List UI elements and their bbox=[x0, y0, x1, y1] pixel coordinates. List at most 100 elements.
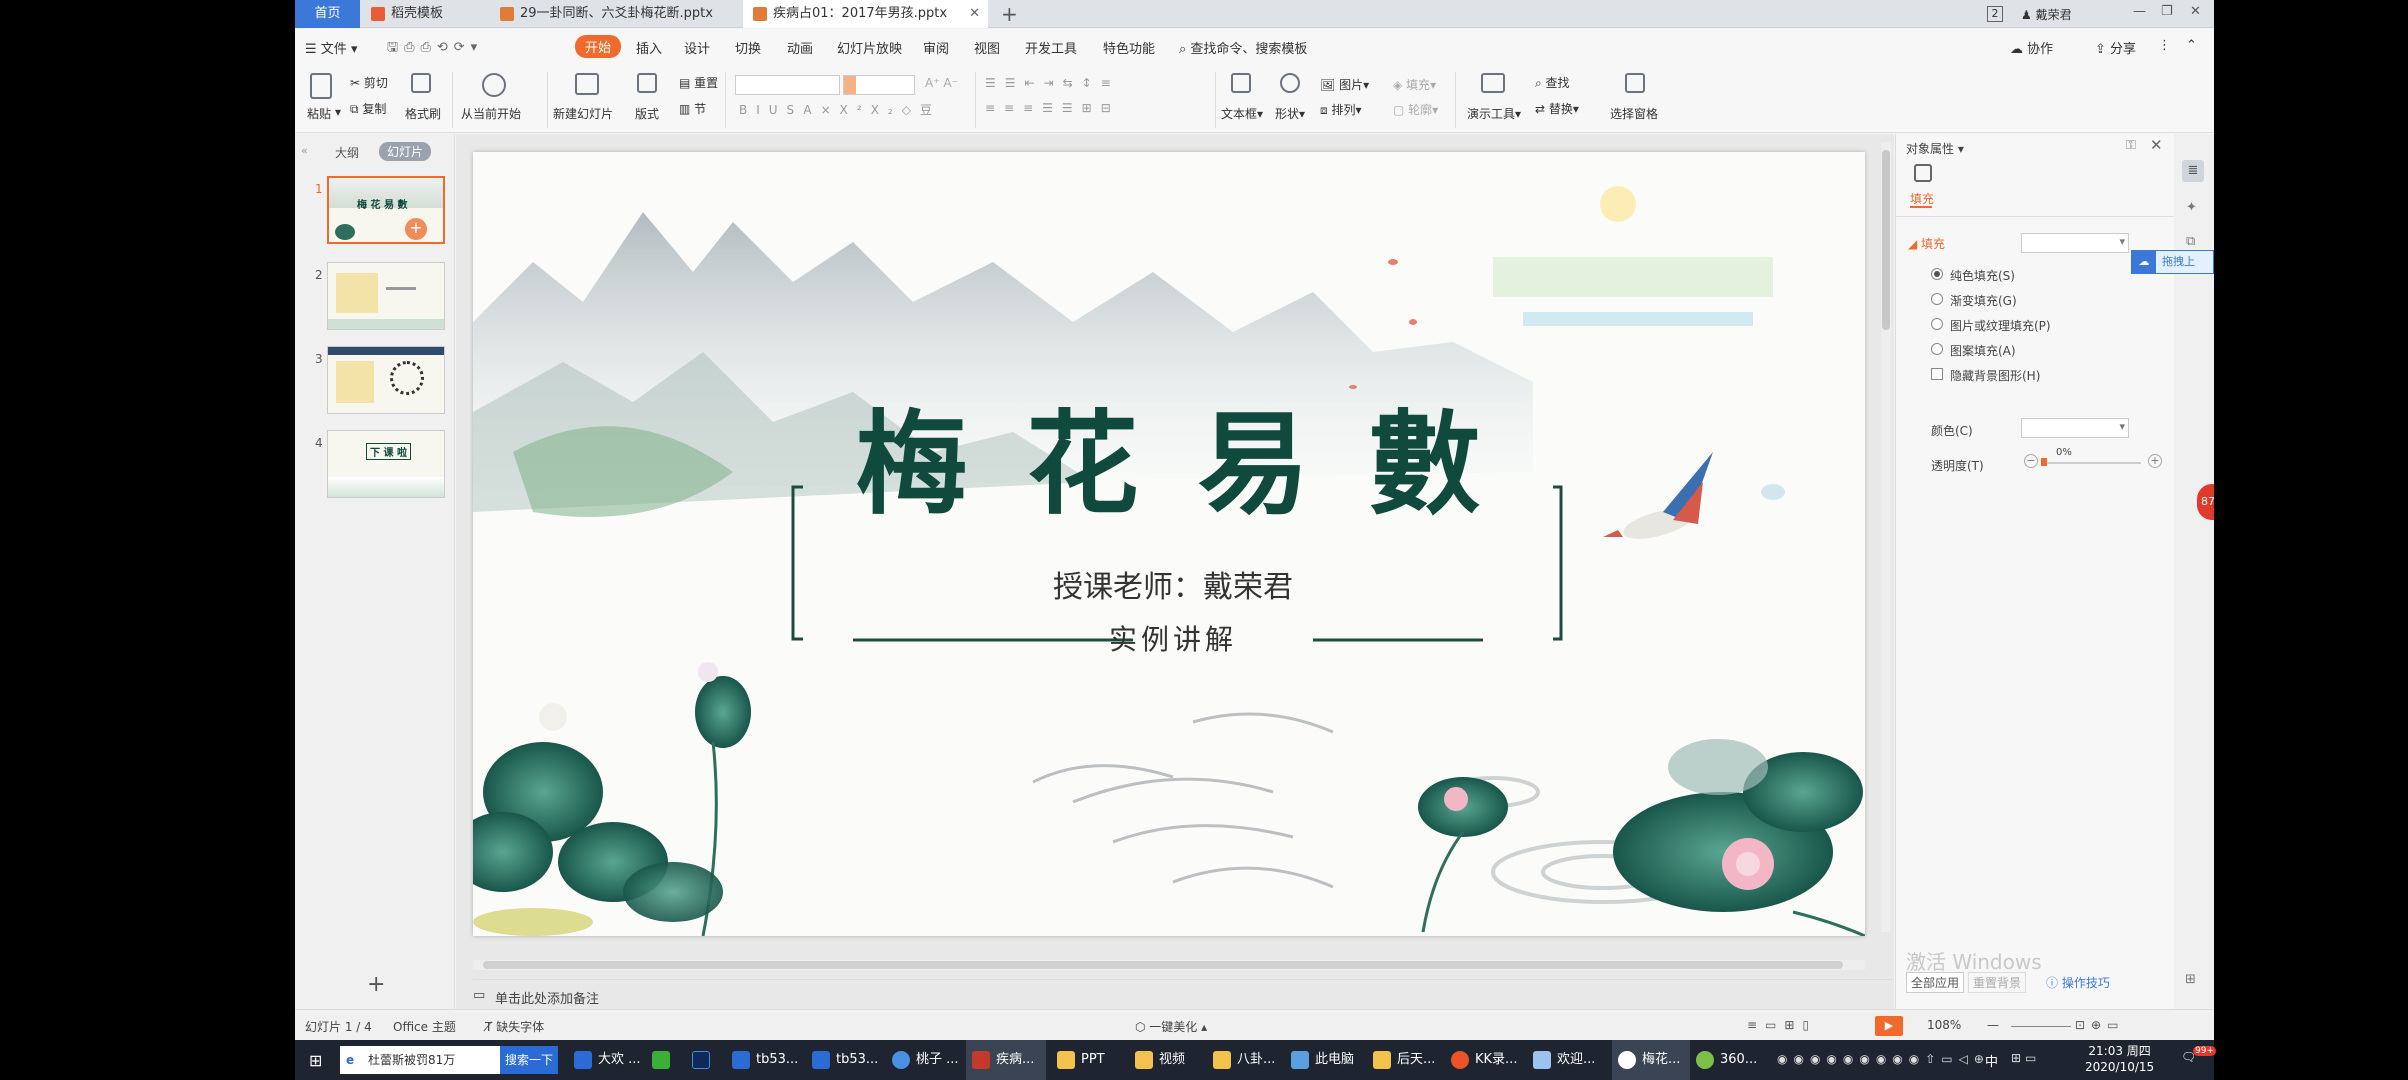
section-button[interactable]: ▥ 节 bbox=[679, 100, 706, 117]
panel-grid-icon[interactable]: ⊞ bbox=[2185, 972, 2196, 987]
find-button[interactable]: ⌕ 查找 bbox=[1535, 74, 1570, 91]
floating-notification-badge[interactable]: 87 bbox=[2197, 484, 2214, 520]
zoom-level[interactable]: 108% bbox=[1927, 1018, 1961, 1032]
beautify-button[interactable]: ⬡ 一键美化 ▴ bbox=[1135, 1018, 1207, 1035]
add-slide-button[interactable]: + bbox=[367, 972, 385, 997]
vertical-scrollbar[interactable] bbox=[1881, 142, 1891, 932]
menu-review[interactable]: 审阅 bbox=[923, 38, 949, 57]
file-menu[interactable]: ☰ 文件 ▾ bbox=[305, 38, 357, 57]
menu-view[interactable]: 视图 bbox=[974, 38, 1000, 57]
radio-solid-fill[interactable] bbox=[1931, 268, 1943, 280]
close-tab-icon[interactable]: ✕ bbox=[969, 0, 980, 28]
slide-teacher-line[interactable]: 授课老师：戴荣君 bbox=[953, 568, 1393, 608]
lock-icon[interactable]: ⚿ bbox=[2126, 138, 2136, 153]
horizontal-scrollbar[interactable] bbox=[473, 960, 1865, 970]
taskbar-item-taozi[interactable]: 桃子 ... bbox=[886, 1040, 966, 1080]
hide-background-checkbox[interactable] bbox=[1931, 368, 1943, 380]
picture-button[interactable]: 🖼 图片▾ bbox=[1320, 76, 1369, 93]
share-button[interactable]: ⇪ 分享 bbox=[2095, 38, 2136, 57]
paragraph-buttons-row2[interactable]: ≡≡≡☰☰⊞⊟ bbox=[985, 101, 1120, 115]
properties-title[interactable]: 对象属性 ▾ bbox=[1906, 140, 1964, 157]
font-name-select[interactable] bbox=[735, 75, 840, 95]
slide-transition-icon[interactable]: ⧉ bbox=[2186, 234, 2195, 249]
notification-center-icon[interactable]: 🗨 99+ bbox=[2181, 1046, 2216, 1070]
fill-type-dropdown[interactable] bbox=[2021, 233, 2129, 253]
user-account[interactable]: ♟ 戴荣君 bbox=[2021, 6, 2072, 23]
play-slideshow-button[interactable]: ▶ bbox=[1875, 1016, 1903, 1036]
arrange-button[interactable]: ⧈ 排列▾ bbox=[1320, 101, 1362, 118]
transparency-minus-icon[interactable]: − bbox=[2024, 454, 2038, 468]
restore-window-icon[interactable]: ❐ bbox=[2161, 4, 2173, 19]
missing-font-button[interactable]: T̸ 缺失字体 bbox=[485, 1018, 544, 1035]
apply-all-button[interactable]: 全部应用 bbox=[1906, 972, 1965, 993]
slide-thumbnail-2[interactable] bbox=[327, 262, 445, 330]
menu-animation[interactable]: 动画 bbox=[787, 38, 813, 57]
tab-fill[interactable]: 填充 bbox=[1910, 190, 1934, 207]
taskbar-item-360[interactable]: 360... bbox=[1690, 1040, 1768, 1080]
collapse-ribbon-icon[interactable]: ⌃ bbox=[2186, 38, 2197, 53]
system-tray-icons[interactable]: ◉◉◉◉◉◉◉◉◉⇧▭◁⊕ bbox=[1777, 1052, 1990, 1066]
input-method-indicator[interactable]: 中 bbox=[1985, 1051, 1998, 1070]
color-dropdown[interactable] bbox=[2021, 418, 2129, 438]
tab-slides[interactable]: 幻灯片 bbox=[379, 142, 432, 161]
horizontal-scroll-thumb[interactable] bbox=[483, 961, 1843, 969]
status-tray-icons[interactable]: ⊡⊕▭ bbox=[2075, 1018, 2124, 1032]
radio-gradient-fill[interactable] bbox=[1931, 293, 1943, 305]
taskbar-search-button[interactable]: 搜索一下 bbox=[500, 1046, 558, 1074]
copy-button[interactable]: ⧉ 复制 bbox=[350, 100, 386, 117]
transparency-slider-handle[interactable] bbox=[2041, 458, 2047, 466]
slide-thumbnail-1[interactable]: 梅 花 易 數 + bbox=[327, 176, 445, 244]
menu-developer[interactable]: 开发工具 bbox=[1025, 38, 1077, 57]
fill-bucket-icon[interactable] bbox=[1914, 164, 1932, 182]
reset-background-button[interactable]: 重置背景 bbox=[1968, 972, 2027, 993]
tips-link[interactable]: ⓘ 操作技巧 bbox=[2046, 974, 2110, 991]
menu-special[interactable]: 特色功能 bbox=[1103, 38, 1155, 57]
tray-extra-icons[interactable]: ⊞▭ bbox=[2011, 1051, 2040, 1065]
taskbar-item-tb53-a[interactable]: tb53... bbox=[726, 1040, 806, 1080]
windows-start-icon[interactable]: ⊞ bbox=[309, 1051, 322, 1070]
more-options-icon[interactable]: ⋮ bbox=[2158, 38, 2171, 53]
slide-thumbnail-3[interactable] bbox=[327, 346, 445, 414]
slide-thumbnail-4[interactable]: 下 课 啦 bbox=[327, 430, 445, 498]
transparency-plus-icon[interactable]: + bbox=[2148, 454, 2162, 468]
menu-slideshow[interactable]: 幻灯片放映 bbox=[837, 38, 902, 57]
tab-docer-templates[interactable]: 稻壳模板 bbox=[361, 0, 456, 28]
menu-transition[interactable]: 切换 bbox=[735, 38, 761, 57]
close-window-icon[interactable]: ✕ bbox=[2190, 4, 2201, 19]
collapse-panel-icon[interactable]: « bbox=[301, 144, 308, 157]
tab-document-illness[interactable]: 疾病占01：2017年男孩.pptx ✕ bbox=[743, 0, 988, 28]
taskbar-item-video-folder[interactable]: 视频 bbox=[1129, 1040, 1207, 1080]
notes-area[interactable]: ▭ 单击此处添加备注 bbox=[473, 979, 1893, 1007]
taskbar-item-bagua-folder[interactable]: 八卦... bbox=[1207, 1040, 1285, 1080]
text-format-buttons[interactable]: BIUSA×X²X₂◇豆 bbox=[739, 101, 941, 118]
radio-picture-fill[interactable] bbox=[1931, 318, 1943, 330]
taskbar-clock[interactable]: 21:03 周四 2020/10/15 bbox=[2085, 1043, 2154, 1075]
radio-pattern-fill[interactable] bbox=[1931, 343, 1943, 355]
tab-outline[interactable]: 大纲 bbox=[335, 144, 359, 161]
slide-title[interactable]: 梅 花 易 數 bbox=[833, 400, 1513, 530]
menu-home[interactable]: 开始 bbox=[575, 35, 622, 58]
close-panel-icon[interactable]: ✕ bbox=[2150, 136, 2163, 154]
taskbar-search-box[interactable]: e 杜蕾斯被罚81万 bbox=[340, 1046, 500, 1074]
taskbar-item-kk-recorder[interactable]: KK录... bbox=[1445, 1040, 1527, 1080]
taskbar-item-welcome[interactable]: 欢迎... bbox=[1527, 1040, 1607, 1080]
animation-icon[interactable]: ✦ bbox=[2186, 200, 2197, 215]
paragraph-buttons-row1[interactable]: ☰☰⇤⇥⇆↕≡ bbox=[985, 76, 1120, 90]
taskbar-item-wechat[interactable] bbox=[646, 1040, 686, 1080]
cloud-upload-tag[interactable]: ☁ 拖拽上 bbox=[2131, 250, 2214, 274]
slide-subtitle[interactable]: 实例讲解 bbox=[1073, 622, 1273, 658]
taskbar-item-photoshop[interactable] bbox=[686, 1040, 726, 1080]
properties-toggle-icon[interactable]: ≣ bbox=[2182, 160, 2204, 182]
taskbar-item-houtian[interactable]: 后天... bbox=[1367, 1040, 1445, 1080]
taskbar-item-this-pc[interactable]: 此电脑 bbox=[1285, 1040, 1367, 1080]
font-size-select[interactable] bbox=[843, 75, 915, 95]
tab-home[interactable]: 首页 bbox=[295, 0, 360, 28]
minimize-window-icon[interactable]: — bbox=[2133, 4, 2146, 19]
slide-canvas[interactable]: 梅 花 易 數 授课老师：戴荣君 实例讲解 bbox=[473, 152, 1865, 936]
transparency-slider[interactable] bbox=[2041, 458, 2141, 466]
collaborate-button[interactable]: ☁ 协作 bbox=[2010, 38, 2053, 57]
tab-document-29[interactable]: 29一卦同断、六爻卦梅花断.pptx bbox=[490, 0, 750, 28]
zoom-slider[interactable] bbox=[2011, 1026, 2071, 1027]
vertical-scroll-thumb[interactable] bbox=[1882, 150, 1890, 330]
window-count-badge[interactable]: 2 bbox=[1987, 6, 2003, 22]
